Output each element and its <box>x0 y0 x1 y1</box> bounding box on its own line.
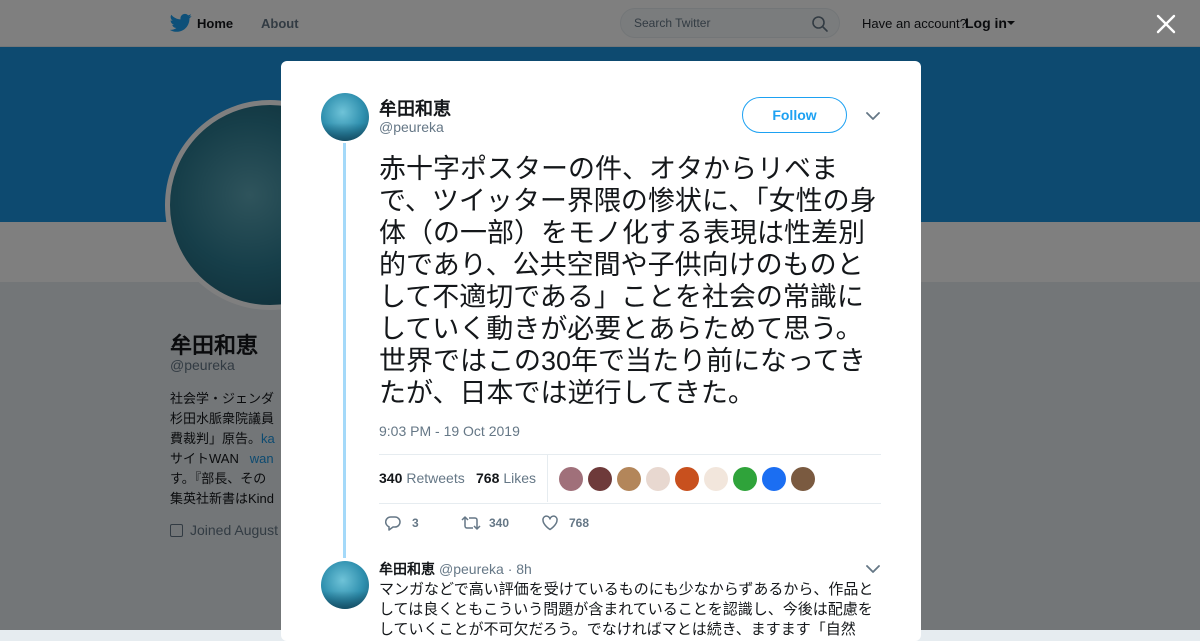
liker-avatar[interactable] <box>588 467 612 491</box>
avatar[interactable] <box>321 561 369 609</box>
retweet-icon <box>461 516 481 530</box>
reply-text: マンガなどで高い評価を受けているものにも少なからずあるから、作品としては良くとも… <box>379 581 874 638</box>
liker-avatar[interactable] <box>733 467 757 491</box>
tweet-modal: 牟田和恵 @peureka Follow 赤十字ポスターの件、オタからリベまで、… <box>281 61 921 641</box>
thread-line <box>343 143 346 558</box>
heart-icon <box>542 515 558 531</box>
tweet-text: 赤十字ポスターの件、オタからリベまで、ツイッター界隈の惨状に、「女性の身体（の一… <box>379 154 877 408</box>
avatar[interactable] <box>321 93 369 141</box>
retweets-count: 340 <box>379 470 403 486</box>
liker-avatar[interactable] <box>646 467 670 491</box>
liker-avatar[interactable] <box>791 467 815 491</box>
reply-author-handle[interactable]: @peureka <box>439 561 504 577</box>
reply-time[interactable]: · 8h <box>508 561 532 577</box>
liker-avatar[interactable] <box>704 467 728 491</box>
likes-label: Likes <box>503 470 537 486</box>
reply-count: 3 <box>412 516 419 530</box>
author-name[interactable]: 牟田和恵 <box>379 95 451 121</box>
chevron-down-icon[interactable] <box>866 564 880 574</box>
reply-header: 牟田和恵 @peureka · 8h <box>379 559 532 579</box>
tweet-stats: 340 Retweets 768 Likes <box>379 454 881 504</box>
liker-avatar[interactable] <box>762 467 786 491</box>
liker-avatar[interactable] <box>559 467 583 491</box>
retweet-count: 340 <box>489 516 510 530</box>
tweet-timestamp[interactable]: 9:03 PM - 19 Oct 2019 <box>379 423 520 439</box>
retweets-label: Retweets <box>406 470 465 486</box>
retweets-stat[interactable]: 340 Retweets <box>379 470 465 486</box>
liker-avatar[interactable] <box>675 467 699 491</box>
likes-stat[interactable]: 768 Likes <box>476 470 536 486</box>
likes-count: 768 <box>476 470 500 486</box>
liker-avatar[interactable] <box>617 467 641 491</box>
close-icon[interactable] <box>1156 14 1176 34</box>
follow-button[interactable]: Follow <box>742 97 847 133</box>
chevron-down-icon[interactable] <box>866 111 880 121</box>
like-count: 768 <box>569 516 590 530</box>
stats-divider <box>547 455 548 502</box>
reply-author-name[interactable]: 牟田和恵 <box>379 561 435 577</box>
reply-icon <box>384 516 401 531</box>
author-handle[interactable]: @peureka <box>379 119 444 135</box>
tweet-actions: 3 340 768 <box>379 513 679 533</box>
